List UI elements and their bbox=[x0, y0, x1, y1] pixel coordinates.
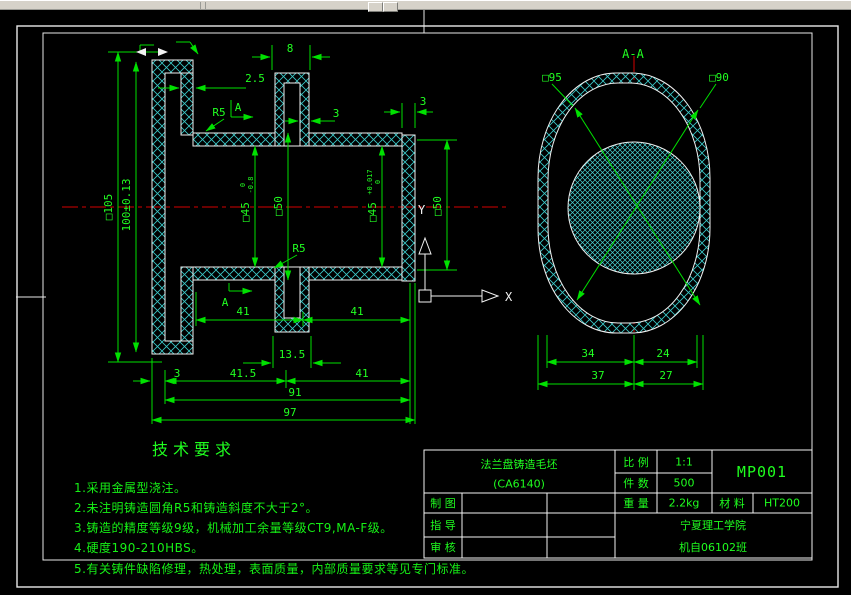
top-boss bbox=[274, 72, 310, 147]
dim-41-5: 41.5 bbox=[230, 367, 257, 380]
dim-90: □90 bbox=[709, 71, 729, 84]
advisor-label: 指 导 bbox=[430, 519, 456, 532]
dim-24: 24 bbox=[656, 347, 670, 360]
tube-wall-top-left bbox=[192, 132, 276, 147]
part-subtitle: (CA6140) bbox=[493, 477, 545, 491]
bottom-boss bbox=[274, 266, 310, 333]
part-title: 法兰盘铸造毛坯 bbox=[480, 458, 558, 471]
dim-bore2-tol-bot: 0 bbox=[374, 180, 382, 184]
org-name: 宁夏理工学院 bbox=[680, 519, 746, 532]
drawing-code: MP001 bbox=[736, 463, 788, 481]
draw-label: 制 图 bbox=[430, 497, 456, 510]
dim-41b: 41 bbox=[350, 305, 363, 318]
dim-3-flange: 3 bbox=[174, 367, 181, 380]
dim-100: 100±0.13 bbox=[120, 179, 133, 232]
label-r5-top: R5 bbox=[212, 106, 225, 119]
org-class: 机自06102班 bbox=[679, 541, 747, 554]
dim-37: 37 bbox=[591, 369, 604, 382]
scale-label: 比 例 bbox=[623, 456, 649, 469]
dim-27: 27 bbox=[659, 369, 672, 382]
dim-41a: 41 bbox=[236, 305, 249, 318]
dim-bore1: □45 bbox=[239, 202, 252, 222]
cad-application-window: X Y □105 100±0.13 □45 0 -0.8 □50 □45 +0.… bbox=[0, 0, 851, 595]
tech-requirement-item: 4.硬度190-210HBS。 bbox=[74, 541, 204, 555]
dim-50b: □50 bbox=[431, 196, 444, 216]
ucs-x-label: X bbox=[505, 290, 513, 304]
dim-3-plate: 3 bbox=[420, 95, 427, 108]
dim-50a: □50 bbox=[272, 196, 285, 216]
bore-section-circle bbox=[567, 141, 701, 275]
tech-requirement-item: 2.未注明铸造圆角R5和铸造斜度不大于2°。 bbox=[74, 501, 319, 515]
label-section-a-bottom: A bbox=[222, 296, 229, 309]
right-end-plate bbox=[401, 134, 416, 282]
material-value: HT200 bbox=[764, 496, 800, 510]
dim-8: 8 bbox=[287, 42, 294, 55]
tech-requirement-item: 3.铸造的精度等级9级，机械加工余量等级CT9,MA-F级。 bbox=[74, 521, 393, 535]
weight-label: 重 量 bbox=[623, 497, 649, 510]
qty-value: 500 bbox=[673, 476, 695, 490]
weight-value: 2.2kg bbox=[668, 496, 700, 510]
tech-requirements-title: 技术要求 bbox=[152, 440, 237, 459]
section-a-a-view bbox=[537, 72, 711, 334]
dim-34: 34 bbox=[581, 347, 595, 360]
dim-91: 91 bbox=[288, 386, 301, 399]
dim-bore1-tol-top: 0 bbox=[239, 183, 247, 187]
dim-bore2-tol-top: +0.017 bbox=[366, 169, 374, 194]
dim-3-boss: 3 bbox=[333, 107, 340, 120]
tech-requirement-item: 5.有关铸件缺陷修理，热处理，表面质量，内部质量要求等见专门标准。 bbox=[74, 562, 474, 576]
label-r5-bottom: R5 bbox=[292, 242, 305, 255]
tech-requirement-item: 1.采用金属型浇注。 bbox=[74, 481, 187, 495]
checker-label: 审 核 bbox=[430, 541, 456, 554]
ucs-y-label: Y bbox=[418, 203, 426, 217]
material-label: 材 料 bbox=[719, 497, 745, 510]
dim-2-5: 2.5 bbox=[245, 72, 265, 85]
cup-wall-bottom bbox=[180, 266, 194, 342]
tube-wall-top-right bbox=[308, 132, 403, 147]
dim-bore2: □45 bbox=[366, 202, 379, 222]
tube-wall-bottom-left bbox=[192, 266, 276, 281]
tube-wall-bottom-right bbox=[308, 266, 403, 281]
section-title-a-a: A-A bbox=[622, 47, 644, 61]
dim-105: □105 bbox=[102, 194, 115, 221]
dim-13-5: 13.5 bbox=[279, 348, 306, 361]
pickbox bbox=[418, 289, 432, 303]
label-section-a-top: A bbox=[235, 101, 242, 114]
dim-97: 97 bbox=[283, 406, 296, 419]
cup-wall-top bbox=[180, 72, 194, 136]
qty-label: 件 数 bbox=[623, 477, 649, 490]
scale-value: 1:1 bbox=[675, 455, 693, 469]
dim-bore1-tol-bot: -0.8 bbox=[247, 177, 255, 194]
dim-41c: 41 bbox=[355, 367, 368, 380]
dim-95: □95 bbox=[542, 71, 562, 84]
